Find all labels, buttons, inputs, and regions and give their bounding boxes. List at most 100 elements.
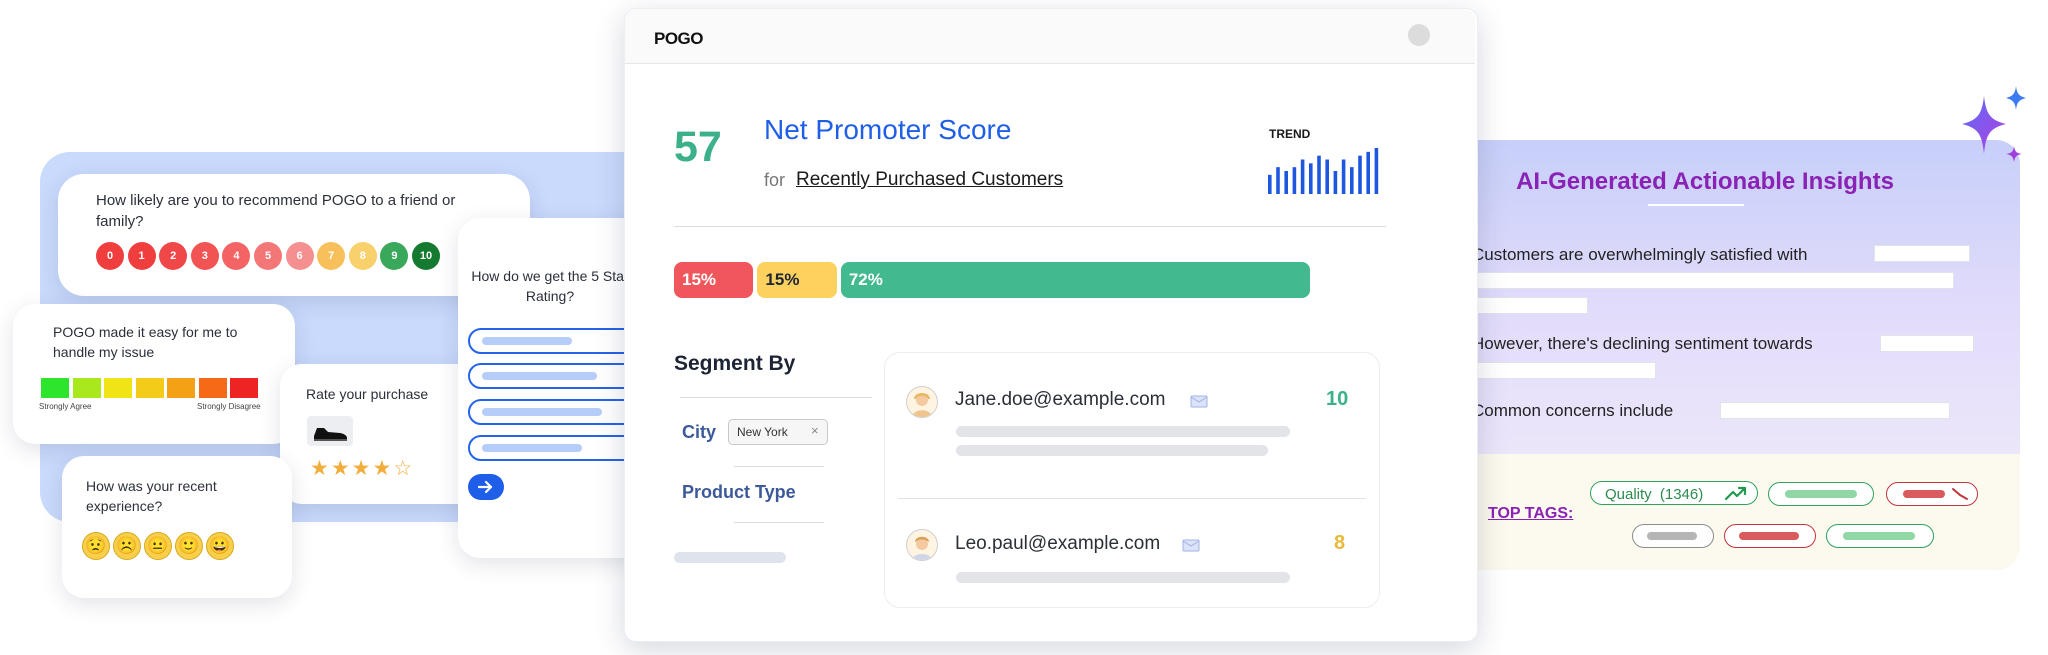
insight-redacted xyxy=(1476,362,1656,379)
city-chip[interactable]: New York × xyxy=(728,419,828,445)
scale-option-2[interactable]: 2 xyxy=(159,242,188,270)
likert-option[interactable] xyxy=(72,378,101,398)
nps-distribution-bar: 15% 15% 72% xyxy=(674,262,1310,300)
next-arrow-button[interactable] xyxy=(468,474,504,500)
answer-option-4[interactable] xyxy=(468,435,642,461)
top-tags-label[interactable]: TOP TAGS: xyxy=(1488,505,1573,523)
tag-placeholder[interactable] xyxy=(1886,482,1978,506)
trend-bar xyxy=(1309,163,1313,194)
response-text-placeholder xyxy=(956,445,1268,456)
tag-placeholder[interactable] xyxy=(1826,524,1934,548)
insight-redacted xyxy=(1874,245,1970,262)
trend-bar xyxy=(1341,159,1346,194)
tag-placeholder[interactable] xyxy=(1724,524,1816,548)
answer-option-3[interactable] xyxy=(468,399,642,425)
emoji-face-icon[interactable]: ☹️ xyxy=(113,532,141,560)
trend-bar xyxy=(1276,167,1280,194)
scale-option-8[interactable]: 8 xyxy=(348,242,377,270)
scale-option-1[interactable]: 1 xyxy=(127,242,156,270)
answer-option-2[interactable] xyxy=(468,363,642,389)
scale-option-5[interactable]: 5 xyxy=(254,242,282,270)
scale-option-10[interactable]: 10 xyxy=(412,242,440,270)
trend-label: TREND xyxy=(1269,127,1311,141)
star-icon[interactable]: ☆ xyxy=(393,457,414,480)
star-rating[interactable]: ★★★★☆ xyxy=(310,456,414,481)
emoji-face-icon[interactable]: 😟 xyxy=(82,532,110,560)
avatar xyxy=(906,529,938,561)
trend-bar xyxy=(1292,167,1297,194)
window-control-button[interactable] xyxy=(1408,24,1430,46)
likert-option[interactable] xyxy=(41,378,69,398)
mail-icon[interactable] xyxy=(1190,392,1208,413)
tag-quality-label: Quality xyxy=(1605,486,1652,503)
scale-option-3[interactable]: 3 xyxy=(190,242,219,270)
trend-bar xyxy=(1374,148,1379,194)
star-icon[interactable]: ★ xyxy=(331,457,352,480)
product-type-filter-label[interactable]: Product Type xyxy=(682,482,796,503)
tag-placeholder[interactable] xyxy=(1768,482,1874,506)
insight-redacted xyxy=(1880,335,1974,352)
divider xyxy=(674,226,1386,227)
divider xyxy=(734,522,824,523)
response-score: 10 xyxy=(1326,388,1349,410)
scale-option-4[interactable]: 4 xyxy=(222,242,251,270)
insight-line-2: However, there's declining sentiment tow… xyxy=(1472,334,1813,353)
emoji-face-icon[interactable]: 🙂 xyxy=(175,532,203,560)
window-titlebar xyxy=(625,9,1475,64)
insight-line-1: Customers are overwhelmingly satisfied w… xyxy=(1472,245,1808,264)
mail-icon[interactable] xyxy=(1182,536,1200,557)
divider xyxy=(898,498,1366,499)
rate-question: Rate your purchase xyxy=(306,386,429,402)
distribution-segment: 15% xyxy=(674,262,754,298)
likert-option[interactable] xyxy=(135,378,164,398)
city-filter-label[interactable]: City xyxy=(682,422,716,443)
experience-card: How was your recent experience? 😟 ☹️ 😐 🙂 😀 xyxy=(62,456,292,598)
scale-option-0[interactable]: 0 xyxy=(96,242,124,270)
divider xyxy=(680,397,872,398)
distribution-segment: 72% xyxy=(840,262,1310,298)
segment-link[interactable]: Recently Purchased Customers xyxy=(796,169,1063,191)
nps-score: 57 xyxy=(674,123,722,171)
trend-bar xyxy=(1358,155,1362,194)
answer-option-1[interactable] xyxy=(468,328,642,354)
trend-bar xyxy=(1333,171,1338,194)
response-email[interactable]: Jane.doe@example.com xyxy=(955,389,1165,411)
five-star-question: How do we get the 5 Star Rating? xyxy=(471,268,629,304)
segment-heading: Segment By xyxy=(674,352,796,375)
response-email[interactable]: Leo.paul@example.com xyxy=(955,533,1160,555)
response-score: 8 xyxy=(1334,532,1346,554)
likert-option[interactable] xyxy=(198,378,227,398)
avatar xyxy=(906,386,938,418)
trend-bar xyxy=(1325,159,1329,194)
remove-chip-icon[interactable]: × xyxy=(811,423,819,438)
agree-label: Strongly Agree xyxy=(39,402,92,411)
tag-quality-count: (1346) xyxy=(1659,486,1704,503)
tag-quality[interactable]: Quality (1346) xyxy=(1590,481,1758,505)
star-icon[interactable]: ★ xyxy=(352,457,373,480)
trend-bar xyxy=(1350,167,1354,194)
city-chip-label: New York xyxy=(737,425,788,439)
trend-bar xyxy=(1284,171,1288,194)
likert-option[interactable] xyxy=(167,378,195,398)
likert-option[interactable] xyxy=(230,378,258,398)
emoji-face-icon[interactable]: 😀 xyxy=(206,532,234,560)
recommend-question: How likely are you to recommend POGO to … xyxy=(96,192,456,230)
trend-bar xyxy=(1268,174,1272,194)
nps-title: Net Promoter Score xyxy=(764,114,1012,145)
likert-option[interactable] xyxy=(104,378,132,398)
trend-bar xyxy=(1300,159,1305,194)
scale-option-6[interactable]: 6 xyxy=(285,242,314,270)
scale-option-9[interactable]: 9 xyxy=(380,242,409,270)
emoji-face-icon[interactable]: 😐 xyxy=(144,532,172,560)
experience-question: How was your recent experience? xyxy=(86,478,217,514)
sparkle-icon xyxy=(1962,86,2026,162)
scale-option-7[interactable]: 7 xyxy=(317,242,346,270)
distribution-label: 15% xyxy=(765,270,800,289)
arrow-right-icon xyxy=(478,480,493,494)
tag-placeholder[interactable] xyxy=(1632,524,1714,548)
easy-question: POGO made it easy for me to handle my is… xyxy=(53,324,238,360)
star-icon[interactable]: ★ xyxy=(310,457,331,480)
app-logo: POGO xyxy=(654,29,704,48)
rate-purchase-card: Rate your purchase ★★★★☆ xyxy=(280,364,480,504)
star-icon[interactable]: ★ xyxy=(372,457,393,480)
